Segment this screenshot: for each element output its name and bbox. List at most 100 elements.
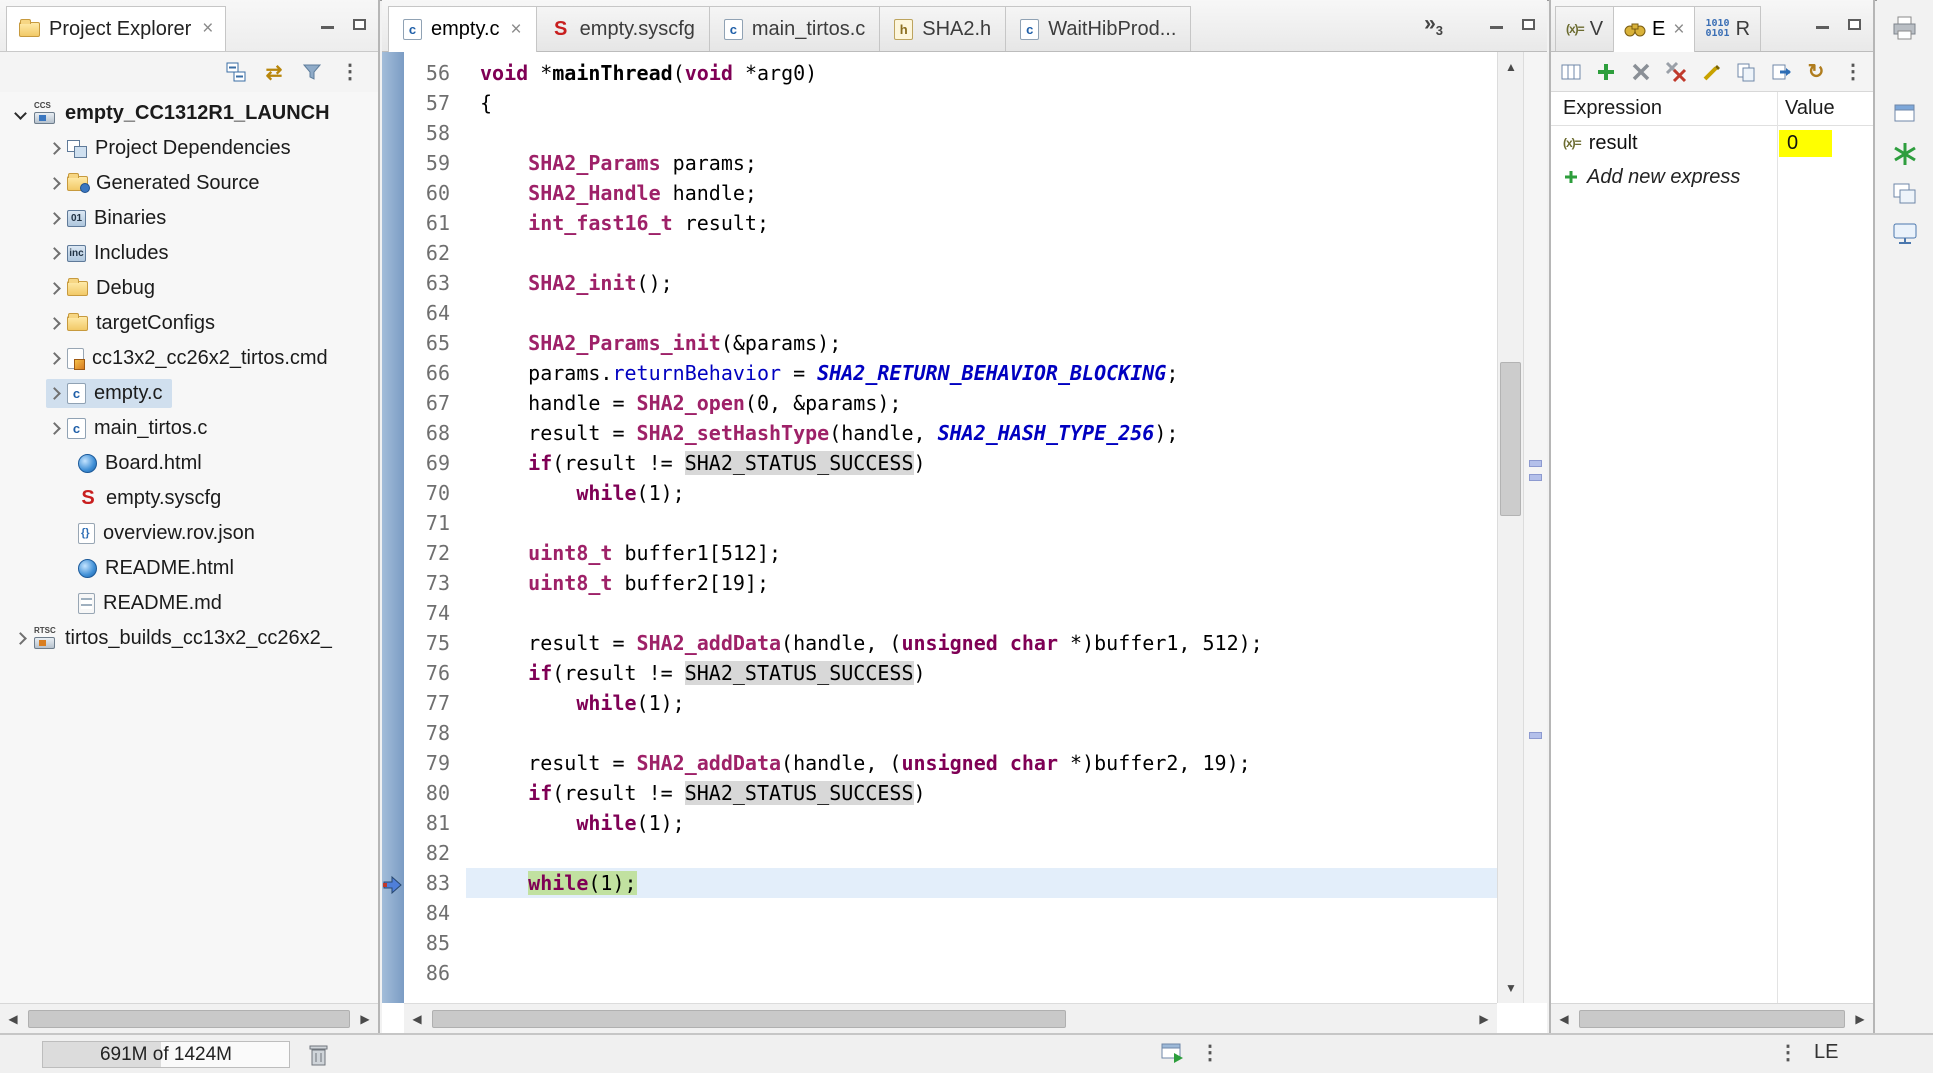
code-line-72[interactable]: 72 uint8_t buffer1[512]; (404, 538, 1497, 568)
trim-handle-icon[interactable]: ⋮ (1200, 1043, 1220, 1063)
line-number[interactable]: 81 (404, 808, 466, 838)
code-editor[interactable]: 56 void *mainThread(void *arg0) 57{58 59 SH… (404, 52, 1497, 1003)
code-line-content[interactable] (466, 298, 1497, 328)
tree-item-main-tirtos-c[interactable]: c main_tirtos.c (0, 411, 378, 446)
copy-expressions-button[interactable] (1734, 60, 1758, 84)
tab-sha2-h[interactable]: h SHA2.h (879, 6, 1007, 51)
close-icon[interactable]: × (511, 19, 522, 41)
code-line-content[interactable]: while(1); (466, 688, 1497, 718)
code-line-content[interactable] (466, 898, 1497, 928)
line-number[interactable]: 83 (404, 868, 466, 898)
editor-vertical-scrollbar[interactable]: ▲ ▼ (1497, 52, 1523, 1003)
code-line-84[interactable]: 84 (404, 898, 1497, 928)
close-icon[interactable]: × (1673, 19, 1684, 41)
code-line-content[interactable]: uint8_t buffer1[512]; (466, 538, 1497, 568)
code-line-71[interactable]: 71 (404, 508, 1497, 538)
maximize-button[interactable] (1843, 12, 1865, 32)
vertical-scrollbar-thumb[interactable] (1500, 362, 1521, 516)
line-number[interactable]: 57 (404, 88, 466, 118)
chevron-right-icon[interactable] (48, 212, 61, 225)
tree-item-project-dependencies[interactable]: Project Dependencies (0, 131, 378, 166)
line-number[interactable]: 70 (404, 478, 466, 508)
tree-item-overview-rov-json[interactable]: overview.rov.json (0, 516, 378, 551)
filter-button[interactable] (300, 60, 324, 84)
scroll-left-button[interactable]: ◀ (0, 1004, 26, 1034)
tab-overflow-button[interactable]: »3 (1424, 12, 1443, 38)
trim-handle-icon[interactable]: ⋮ (1778, 1043, 1798, 1063)
maximize-button[interactable] (348, 12, 370, 32)
tab-empty-c[interactable]: c empty.c × (388, 6, 537, 52)
code-line-73[interactable]: 73 uint8_t buffer2[19]; (404, 568, 1497, 598)
code-line-60[interactable]: 60 SHA2_Handle handle; (404, 178, 1497, 208)
scroll-up-button[interactable]: ▲ (1498, 52, 1524, 82)
line-number[interactable]: 86 (404, 958, 466, 988)
code-line-content[interactable]: if(result != SHA2_STATUS_SUCCESS) (466, 448, 1497, 478)
tab-variables[interactable]: (x)= V (1555, 6, 1615, 51)
code-line-79[interactable]: 79 result = SHA2_addData(handle, (unsign… (404, 748, 1497, 778)
code-line-content[interactable]: result = SHA2_setHashType(handle, SHA2_H… (466, 418, 1497, 448)
line-number[interactable]: 67 (404, 388, 466, 418)
tree-item-tirtos-builds-project[interactable]: RTSC tirtos_builds_cc13x2_cc26x2_ (0, 621, 378, 656)
code-line-content[interactable]: int_fast16_t result; (466, 208, 1497, 238)
code-line-content[interactable]: { (466, 88, 1497, 118)
tab-waithibprod[interactable]: c WaitHibProd... (1005, 6, 1192, 51)
code-line-content[interactable] (466, 838, 1497, 868)
line-number[interactable]: 60 (404, 178, 466, 208)
code-line-content[interactable]: void *mainThread(void *arg0) (466, 58, 1497, 88)
code-line-content[interactable] (466, 508, 1497, 538)
code-line-75[interactable]: 75 result = SHA2_addData(handle, (unsign… (404, 628, 1497, 658)
expression-row[interactable]: (x)= result 0 (1551, 126, 1873, 160)
line-number[interactable]: 65 (404, 328, 466, 358)
scroll-left-button[interactable]: ◀ (1551, 1004, 1577, 1034)
code-line-content[interactable] (466, 718, 1497, 748)
code-line-content[interactable]: SHA2_init(); (466, 268, 1497, 298)
tree-item-empty-syscfg[interactable]: S empty.syscfg (0, 481, 378, 516)
project-explorer-tab[interactable]: Project Explorer × (6, 6, 227, 51)
code-line-74[interactable]: 74 (404, 598, 1497, 628)
expression-value[interactable]: 0 (1779, 129, 1833, 157)
explorer-horizontal-scrollbar[interactable]: ◀ ▶ (0, 1003, 378, 1033)
code-line-content[interactable]: handle = SHA2_open(0, &params); (466, 388, 1497, 418)
code-line-65[interactable]: 65 SHA2_Params_init(&params); (404, 328, 1497, 358)
chevron-right-icon[interactable] (48, 177, 61, 190)
line-number[interactable]: 69 (404, 448, 466, 478)
code-line-content[interactable] (466, 928, 1497, 958)
code-line-68[interactable]: 68 result = SHA2_setHashType(handle, SHA… (404, 418, 1497, 448)
debug-pc-arrow-icon[interactable] (383, 874, 403, 896)
minimize-button[interactable] (316, 12, 338, 32)
line-number[interactable]: 74 (404, 598, 466, 628)
line-number[interactable]: 72 (404, 538, 466, 568)
code-line-content[interactable] (466, 118, 1497, 148)
minimize-button[interactable] (1485, 12, 1507, 32)
code-line-76[interactable]: 76 if(result != SHA2_STATUS_SUCCESS) (404, 658, 1497, 688)
refresh-button[interactable]: ↻ (1804, 60, 1828, 84)
code-line-content[interactable]: uint8_t buffer2[19]; (466, 568, 1497, 598)
code-line-61[interactable]: 61 int_fast16_t result; (404, 208, 1497, 238)
editor-horizontal-scrollbar[interactable]: ◀ ▶ (404, 1003, 1497, 1033)
occurrence-marker[interactable] (1529, 732, 1542, 739)
tree-item-empty-c[interactable]: c empty.c (0, 376, 378, 411)
line-number[interactable]: 63 (404, 268, 466, 298)
code-line-77[interactable]: 77 while(1); (404, 688, 1497, 718)
horizontal-scrollbar-thumb[interactable] (1579, 1009, 1845, 1028)
scroll-right-button[interactable]: ▶ (1471, 1004, 1497, 1034)
tab-empty-syscfg[interactable]: S empty.syscfg (535, 6, 710, 51)
scroll-right-button[interactable]: ▶ (352, 1004, 378, 1034)
link-with-editor-button[interactable]: ⇄ (262, 60, 286, 84)
chevron-right-icon[interactable] (48, 247, 61, 260)
code-line-content[interactable]: while(1); (466, 808, 1497, 838)
chevron-down-icon[interactable] (14, 107, 27, 120)
collapse-all-button[interactable] (224, 60, 248, 84)
maximize-button[interactable] (1517, 12, 1539, 32)
tree-item-linker-cmd[interactable]: cc13x2_cc26x2_tirtos.cmd (0, 341, 378, 376)
code-line-67[interactable]: 67 handle = SHA2_open(0, &params); (404, 388, 1497, 418)
code-line-59[interactable]: 59 SHA2_Params params; (404, 148, 1497, 178)
tab-expressions[interactable]: E × (1613, 6, 1696, 52)
tree-item-generated-source[interactable]: Generated Source (0, 166, 378, 201)
export-expressions-button[interactable] (1769, 60, 1793, 84)
code-line-content[interactable]: while(1); (466, 868, 1497, 898)
line-number[interactable]: 68 (404, 418, 466, 448)
show-view-icon[interactable] (1158, 1039, 1186, 1067)
line-number[interactable]: 71 (404, 508, 466, 538)
view-menu-button[interactable]: ⋮ (1841, 60, 1865, 84)
